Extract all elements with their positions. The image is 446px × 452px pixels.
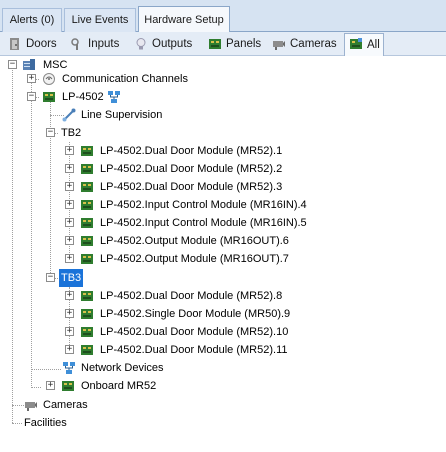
bulb-icon bbox=[136, 38, 146, 50]
camera-icon bbox=[25, 402, 37, 411]
collapse-toggle[interactable]: − bbox=[46, 128, 55, 137]
tree-node-tb3[interactable]: − TB3 bbox=[0, 269, 446, 287]
tree-node-module[interactable]: + LP-4502.Single Door Module (MR50).9 bbox=[0, 305, 446, 323]
tree-label: TB2 bbox=[61, 127, 82, 139]
tree-label-selected: TB3 bbox=[59, 269, 84, 287]
expand-toggle[interactable]: + bbox=[65, 254, 74, 263]
module-icon bbox=[81, 309, 93, 319]
tree-label: LP-4502.Dual Door Module (MR52).1 bbox=[100, 145, 283, 157]
expand-toggle[interactable]: + bbox=[65, 218, 74, 227]
tree-label: Line Supervision bbox=[81, 109, 163, 121]
module-icon bbox=[81, 254, 93, 264]
tree-label: LP-4502.Output Module (MR16OUT).7 bbox=[100, 253, 289, 265]
tab-live-events[interactable]: Live Events bbox=[64, 8, 136, 32]
top-tab-strip: Alerts (0) Live Events Hardware Setup bbox=[0, 0, 446, 33]
filter-doors[interactable]: Doors bbox=[4, 34, 62, 54]
tree-label: LP-4502.Dual Door Module (MR52).10 bbox=[100, 326, 289, 338]
tree-node-network-devices[interactable]: Network Devices bbox=[0, 359, 446, 377]
tree-node-module[interactable]: + LP-4502.Output Module (MR16OUT).7 bbox=[0, 250, 446, 268]
tree-node-module[interactable]: + LP-4502.Dual Door Module (MR52).11 bbox=[0, 341, 446, 359]
module-icon bbox=[81, 164, 93, 174]
tree-label: Facilities bbox=[24, 417, 67, 429]
tree-label: LP-4502.Dual Door Module (MR52).2 bbox=[100, 163, 283, 175]
filter-cameras[interactable]: Cameras bbox=[268, 34, 340, 54]
expand-toggle[interactable]: + bbox=[27, 74, 36, 83]
all-icon bbox=[350, 38, 362, 49]
camera-icon bbox=[273, 41, 285, 50]
line-supervision-icon bbox=[62, 108, 76, 122]
tree-label: LP-4502.Dual Door Module (MR52).11 bbox=[100, 344, 288, 356]
tree-node-cameras[interactable]: Cameras bbox=[0, 396, 446, 414]
module-icon bbox=[62, 381, 74, 391]
tree-label: LP-4502.Input Control Module (MR16IN).5 bbox=[100, 217, 307, 229]
expand-toggle[interactable]: + bbox=[65, 182, 74, 191]
module-icon bbox=[81, 345, 93, 355]
filter-all-label: All bbox=[367, 39, 380, 51]
tree-label: LP-4502.Output Module (MR16OUT).6 bbox=[100, 235, 289, 247]
filter-panels[interactable]: Panels bbox=[204, 34, 264, 54]
tree-label: Network Devices bbox=[81, 362, 164, 374]
tree-node-module[interactable]: + LP-4502.Dual Door Module (MR52).3 bbox=[0, 178, 446, 196]
module-icon bbox=[81, 291, 93, 301]
tree-node-facilities[interactable]: Facilities bbox=[0, 414, 446, 432]
expand-toggle[interactable]: + bbox=[65, 200, 74, 209]
hardware-filter-toolbar: Doors Inputs Outputs Panels Cameras All bbox=[0, 32, 446, 56]
filter-panels-label: Panels bbox=[226, 38, 262, 50]
hardware-tree[interactable]: − MSC + Communication Channels − LP-4502… bbox=[0, 56, 446, 452]
expand-toggle[interactable]: + bbox=[65, 327, 74, 336]
tree-node-module[interactable]: + LP-4502.Dual Door Module (MR52).2 bbox=[0, 160, 446, 178]
tree-node-module[interactable]: + LP-4502.Input Control Module (MR16IN).… bbox=[0, 214, 446, 232]
channel-icon bbox=[43, 73, 55, 85]
filter-inputs[interactable]: Inputs bbox=[66, 34, 124, 54]
expand-toggle[interactable]: + bbox=[65, 236, 74, 245]
network-link-icon bbox=[108, 91, 120, 103]
tab-alerts[interactable]: Alerts (0) bbox=[2, 8, 62, 32]
tree-node-onboard-mr52[interactable]: + Onboard MR52 bbox=[0, 377, 446, 395]
panel-icon bbox=[209, 39, 221, 49]
expand-toggle[interactable]: + bbox=[65, 345, 74, 354]
tree-node-module[interactable]: + LP-4502.Dual Door Module (MR52).10 bbox=[0, 323, 446, 341]
panel-icon bbox=[43, 92, 55, 102]
expand-toggle[interactable]: + bbox=[65, 291, 74, 300]
door-icon bbox=[10, 38, 19, 50]
tree-label: Cameras bbox=[43, 399, 88, 411]
tree-label: LP-4502 bbox=[62, 91, 104, 103]
tree-node-tb2[interactable]: − TB2 bbox=[0, 124, 446, 142]
tree-label: LP-4502.Input Control Module (MR16IN).4 bbox=[100, 199, 307, 211]
module-icon bbox=[81, 218, 93, 228]
expand-toggle[interactable]: + bbox=[65, 164, 74, 173]
tree-label: LP-4502.Dual Door Module (MR52).3 bbox=[100, 181, 283, 193]
tree-node-lp4502[interactable]: − LP-4502 bbox=[0, 88, 446, 106]
tab-hardware-setup[interactable]: Hardware Setup bbox=[138, 6, 230, 33]
collapse-toggle[interactable]: − bbox=[46, 273, 55, 282]
filter-all[interactable]: All bbox=[344, 33, 384, 56]
expand-toggle[interactable]: + bbox=[65, 309, 74, 318]
module-icon bbox=[81, 182, 93, 192]
tree-label: LP-4502.Dual Door Module (MR52).8 bbox=[100, 290, 283, 302]
module-icon bbox=[81, 200, 93, 210]
tree-node-module[interactable]: + LP-4502.Dual Door Module (MR52).1 bbox=[0, 142, 446, 160]
network-devices-icon bbox=[63, 362, 75, 374]
filter-doors-label: Doors bbox=[26, 38, 57, 50]
module-icon bbox=[81, 146, 93, 156]
filter-outputs-label[interactable]: Outputs bbox=[152, 38, 192, 50]
tree-node-module[interactable]: + LP-4502.Dual Door Module (MR52).8 bbox=[0, 287, 446, 305]
module-icon bbox=[81, 236, 93, 246]
expand-toggle[interactable]: + bbox=[46, 381, 55, 390]
tree-node-line-supervision[interactable]: Line Supervision bbox=[0, 106, 446, 124]
tree-label: Communication Channels bbox=[62, 73, 188, 85]
collapse-toggle[interactable]: − bbox=[8, 60, 17, 69]
collapse-toggle[interactable]: − bbox=[27, 92, 36, 101]
filter-inputs-label: Inputs bbox=[88, 38, 120, 50]
tree-node-module[interactable]: + LP-4502.Output Module (MR16OUT).6 bbox=[0, 232, 446, 250]
input-icon bbox=[71, 38, 79, 50]
module-icon bbox=[81, 327, 93, 337]
expand-toggle[interactable]: + bbox=[65, 146, 74, 155]
tree-node-module[interactable]: + LP-4502.Input Control Module (MR16IN).… bbox=[0, 196, 446, 214]
filter-cameras-label: Cameras bbox=[290, 38, 337, 50]
filter-outputs[interactable]: Outputs bbox=[130, 34, 200, 54]
tree-label: Onboard MR52 bbox=[81, 380, 157, 392]
tree-label: LP-4502.Single Door Module (MR50).9 bbox=[100, 308, 291, 320]
tree-node-communication-channels[interactable]: + Communication Channels bbox=[0, 70, 446, 88]
